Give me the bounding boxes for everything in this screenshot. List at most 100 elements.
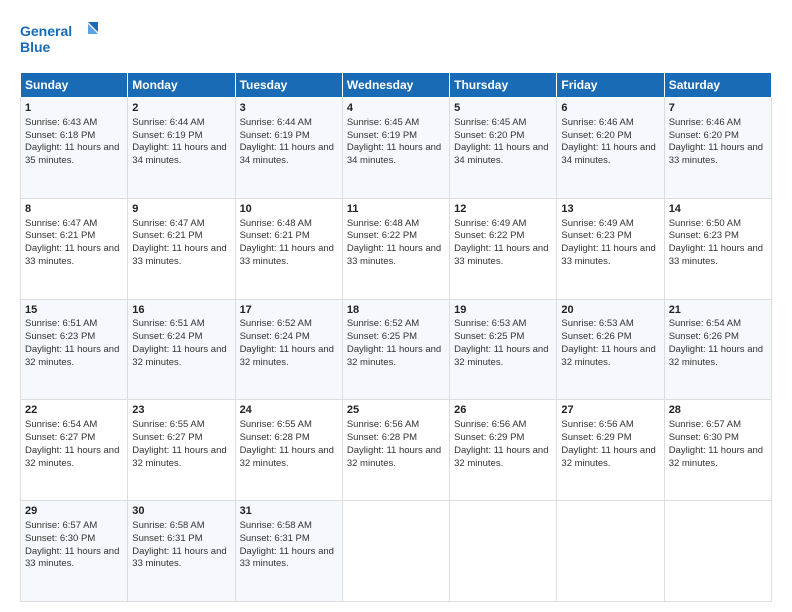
day-cell: 29Sunrise: 6:57 AM Sunset: 6:30 PM Dayligh… — [21, 501, 128, 602]
daylight-label: Daylight: 11 hours and 33 minutes. — [132, 546, 226, 570]
page: General Blue SundayMondayTuesdayWednesda… — [0, 0, 792, 612]
day-number: 26 — [454, 403, 552, 418]
daylight-label: Daylight: 11 hours and 34 minutes. — [132, 142, 226, 166]
day-number: 8 — [25, 202, 123, 217]
sunset-label: Sunset: 6:19 PM — [347, 130, 417, 141]
daylight-label: Daylight: 11 hours and 33 minutes. — [669, 142, 763, 166]
sunrise-label: Sunrise: 6:56 AM — [454, 419, 526, 430]
day-number: 20 — [561, 303, 659, 318]
day-cell — [557, 501, 664, 602]
day-cell: 25Sunrise: 6:56 AMSunset: 6:28 PMDayligh… — [342, 400, 449, 501]
daylight-label: Daylight: 11 hours and 34 minutes. — [454, 142, 548, 166]
sunset-label: Sunset: 6:20 PM — [669, 130, 739, 141]
header-saturday: Saturday — [664, 73, 771, 98]
week-row-2: 8Sunrise: 6:47 AMSunset: 6:21 PMDaylight… — [21, 198, 772, 299]
day-cell: 21Sunrise: 6:54 AMSunset: 6:26 PMDayligh… — [664, 299, 771, 400]
sunrise-label: Sunrise: 6:45 AM — [347, 117, 419, 128]
sunrise-label: Sunrise: 6:46 AM — [561, 117, 633, 128]
sunrise-label: Sunrise: 6:49 AM — [454, 218, 526, 229]
day-cell: 24Sunrise: 6:55 AMSunset: 6:28 PMDayligh… — [235, 400, 342, 501]
header-monday: Monday — [128, 73, 235, 98]
day-cell: 2Sunrise: 6:44 AMSunset: 6:19 PMDaylight… — [128, 98, 235, 199]
sunrise-label: Sunrise: 6:47 AM — [132, 218, 204, 229]
day-number: 29 — [25, 504, 123, 519]
day-cell: 30Sunrise: 6:58 AMSunset: 6:31 PMDayligh… — [128, 501, 235, 602]
logo: General Blue — [20, 18, 100, 62]
sunrise-label: Sunrise: 6:43 AM — [25, 117, 97, 128]
day-cell: 9Sunrise: 6:47 AMSunset: 6:21 PMDaylight… — [128, 198, 235, 299]
daylight-label: Daylight: 11 hours and 34 minutes. — [240, 142, 334, 166]
day-cell: 1Sunrise: 6:43 AMSunset: 6:18 PMDaylight… — [21, 98, 128, 199]
daylight-label: Daylight: 11 hours and 32 minutes. — [347, 445, 441, 469]
day-number: 9 — [132, 202, 230, 217]
daylight-label: Daylight: 11 hours and 33 minutes. — [561, 243, 655, 267]
day-number: 19 — [454, 303, 552, 318]
sunrise-label: Sunrise: 6:55 AM — [240, 419, 312, 430]
daylight-label: Daylight: 11 hours and 32 minutes. — [132, 344, 226, 368]
day-cell: 18Sunrise: 6:52 AMSunset: 6:25 PMDayligh… — [342, 299, 449, 400]
day-number: 6 — [561, 101, 659, 116]
daylight-label: Daylight: 11 hours and 34 minutes. — [347, 142, 441, 166]
day-number: 7 — [669, 101, 767, 116]
day-cell: 13Sunrise: 6:49 AMSunset: 6:23 PM Dayligh… — [557, 198, 664, 299]
day-number: 3 — [240, 101, 338, 116]
daylight-label: Daylight: 11 hours and 33 minutes. — [240, 546, 334, 570]
day-number: 25 — [347, 403, 445, 418]
day-number: 11 — [347, 202, 445, 217]
daylight-label: Daylight: 11 hours and 33 minutes. — [240, 243, 334, 267]
day-number: 12 — [454, 202, 552, 217]
sunrise-label: Sunrise: 6:49 AM — [561, 218, 633, 229]
sunrise-label: Sunrise: 6:44 AM — [240, 117, 312, 128]
daylight-label: Daylight: 11 hours and 33 minutes. — [25, 546, 119, 570]
sunset-label: Sunset: 6:23 PM — [561, 230, 631, 241]
day-cell — [664, 501, 771, 602]
sunset-label: Sunset: 6:27 PM — [132, 432, 202, 443]
sunrise-label: Sunrise: 6:53 AM — [561, 318, 633, 329]
daylight-label: Daylight: 11 hours and 32 minutes. — [669, 344, 763, 368]
daylight-label: Daylight: 11 hours and 32 minutes. — [561, 344, 655, 368]
sunset-label: Sunset: 6:21 PM — [132, 230, 202, 241]
day-cell: 3Sunrise: 6:44 AM Sunset: 6:19 PMDaylight… — [235, 98, 342, 199]
day-number: 4 — [347, 101, 445, 116]
sunrise-label: Sunrise: 6:47 AM — [25, 218, 97, 229]
sunrise-label: Sunrise: 6:55 AM — [132, 419, 204, 430]
day-cell: 28Sunrise: 6:57 AMSunset: 6:30 PMDayligh… — [664, 400, 771, 501]
sunset-label: Sunset: 6:22 PM — [454, 230, 524, 241]
logo-svg: General Blue — [20, 18, 100, 62]
sunrise-label: Sunrise: 6:57 AM — [25, 520, 97, 531]
header-friday: Friday — [557, 73, 664, 98]
sunset-label: Sunset: 6:18 PM — [25, 130, 95, 141]
day-number: 24 — [240, 403, 338, 418]
daylight-label: Daylight: 11 hours and 35 minutes. — [25, 142, 119, 166]
day-cell: 8Sunrise: 6:47 AMSunset: 6:21 PMDaylight… — [21, 198, 128, 299]
sunrise-label: Sunrise: 6:56 AM — [561, 419, 633, 430]
sunset-label: Sunset: 6:19 PM — [240, 130, 310, 141]
sunset-label: Sunset: 6:30 PM — [669, 432, 739, 443]
sunrise-label: Sunrise: 6:57 AM — [669, 419, 741, 430]
daylight-label: Daylight: 11 hours and 33 minutes. — [25, 243, 119, 267]
sunset-label: Sunset: 6:26 PM — [561, 331, 631, 342]
sunrise-label: Sunrise: 6:46 AM — [669, 117, 741, 128]
day-number: 28 — [669, 403, 767, 418]
sunrise-label: Sunrise: 6:54 AM — [669, 318, 741, 329]
header-wednesday: Wednesday — [342, 73, 449, 98]
day-number: 21 — [669, 303, 767, 318]
day-cell: 12Sunrise: 6:49 AMSunset: 6:22 PMDayligh… — [450, 198, 557, 299]
day-cell: 26Sunrise: 6:56 AMSunset: 6:29 PMDayligh… — [450, 400, 557, 501]
sunrise-label: Sunrise: 6:48 AM — [240, 218, 312, 229]
day-cell: 19Sunrise: 6:53 AMSunset: 6:25 PMDayligh… — [450, 299, 557, 400]
day-cell: 23Sunrise: 6:55 AMSunset: 6:27 PMDayligh… — [128, 400, 235, 501]
daylight-label: Daylight: 11 hours and 32 minutes. — [25, 445, 119, 469]
sunset-label: Sunset: 6:30 PM — [25, 533, 95, 544]
sunset-label: Sunset: 6:31 PM — [132, 533, 202, 544]
day-number: 27 — [561, 403, 659, 418]
day-number: 13 — [561, 202, 659, 217]
header-sunday: Sunday — [21, 73, 128, 98]
daylight-label: Daylight: 11 hours and 32 minutes. — [240, 344, 334, 368]
day-cell: 22Sunrise: 6:54 AMSunset: 6:27 PMDayligh… — [21, 400, 128, 501]
sunrise-label: Sunrise: 6:44 AM — [132, 117, 204, 128]
sunset-label: Sunset: 6:25 PM — [454, 331, 524, 342]
sunset-label: Sunset: 6:24 PM — [240, 331, 310, 342]
week-row-1: 1Sunrise: 6:43 AMSunset: 6:18 PMDaylight… — [21, 98, 772, 199]
sunrise-label: Sunrise: 6:45 AM — [454, 117, 526, 128]
